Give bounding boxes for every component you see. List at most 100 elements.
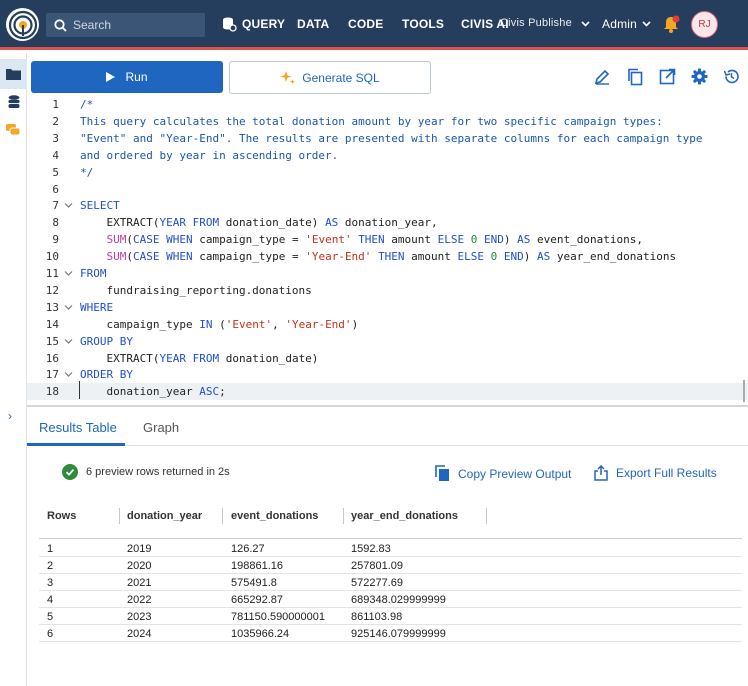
generate-sql-button[interactable]: Generate SQL (229, 61, 431, 94)
tab-graph[interactable]: Graph (143, 420, 179, 435)
code-token: ( (126, 233, 133, 247)
tab-results-table[interactable]: Results Table (39, 420, 117, 435)
search-input[interactable] (73, 18, 193, 32)
code-text: SUM(CASE WHEN campaign_type = 'Year-End'… (80, 248, 677, 265)
code-token: SELECT (80, 199, 120, 213)
code-token: ) (351, 317, 359, 331)
code-line[interactable]: 7 SELECT (27, 197, 748, 214)
code-line[interactable]: 15 GROUP BY (27, 333, 748, 350)
column-header-rows[interactable]: Rows (47, 510, 76, 522)
code-token: SUM (106, 250, 127, 264)
code-line[interactable]: 9 SUM(CASE WHEN campaign_type = 'Event' … (27, 231, 748, 248)
open-external-icon[interactable] (659, 68, 676, 85)
code-token: AS (537, 250, 551, 264)
admin-chevron-down-icon[interactable] (642, 19, 651, 28)
code-line[interactable]: 16 EXTRACT(YEAR FROM donation_date) (27, 350, 748, 367)
code-text: "Event" and "Year-End". The results are … (80, 130, 703, 147)
code-text: fundraising_reporting.donations (80, 282, 311, 299)
user-avatar[interactable]: RJ (691, 11, 718, 38)
folder-icon (6, 69, 21, 80)
code-line[interactable]: 1 /* (27, 96, 748, 113)
code-token: ( (212, 317, 226, 331)
code-token: campaign_type = (192, 250, 306, 264)
code-text: SUM(CASE WHEN campaign_type = 'Event' TH… (80, 231, 644, 248)
settings-gear-icon[interactable] (691, 68, 708, 85)
table-row[interactable]: 3 2021 575491.8 572277.69 (39, 574, 742, 591)
table-cell: 6 (47, 628, 54, 640)
code-token: ASC (199, 385, 220, 399)
code-token: */ (80, 165, 94, 179)
code-token: YEAR FROM (159, 351, 220, 365)
code-line[interactable]: 4 and ordered by year in ascending order. (27, 147, 748, 164)
code-line[interactable]: 3 "Event" and "Year-End". The results are… (27, 130, 748, 147)
code-text: EXTRACT(YEAR FROM donation_date) AS dona… (80, 214, 437, 231)
code-line[interactable]: 12 fundraising_reporting.donations (27, 282, 748, 299)
table-cell: 925146.079999999 (351, 628, 446, 640)
code-token: END (503, 250, 524, 264)
edit-pencil-icon[interactable] (594, 68, 611, 85)
copy-preview-output-button[interactable]: Copy Preview Output (435, 465, 571, 482)
column-header-year-end-donations[interactable]: year_end_donations (351, 510, 458, 522)
workspace-chevron-down-icon[interactable] (581, 19, 590, 28)
code-line[interactable]: 17 ORDER BY (27, 366, 748, 383)
line-number: 17 (45, 368, 59, 382)
search-box[interactable] (46, 13, 205, 37)
code-line[interactable]: 2 This query calculates the total donatio… (27, 113, 748, 130)
expand-chevron-right-icon[interactable]: › (8, 409, 12, 423)
editor-cursor (79, 381, 80, 399)
code-line[interactable]: 8 EXTRACT(YEAR FROM donation_date) AS do… (27, 214, 748, 231)
nav-query[interactable]: QUERY (242, 17, 285, 31)
top-navigation-bar: QUERY DATA CODE TOOLS CIVIS AI Civis Pub… (0, 0, 748, 50)
pane-resize-divider[interactable] (27, 405, 748, 407)
table-cell: 575491.8 (231, 577, 277, 589)
table-row[interactable]: 1 2019 126.27 1592.83 (39, 540, 742, 557)
column-header-event-donations[interactable]: event_donations (231, 510, 318, 522)
table-cell: 665292.87 (231, 594, 283, 606)
code-token: ( (126, 250, 133, 264)
line-number: 16 (45, 351, 59, 365)
workspace-switcher[interactable]: Civis Publishe (500, 17, 572, 29)
code-line[interactable]: 10 SUM(CASE WHEN campaign_type = 'Year-E… (27, 248, 748, 265)
history-icon[interactable] (723, 68, 740, 85)
code-line[interactable]: 18 donation_year ASC; (27, 383, 748, 401)
rail-files[interactable] (0, 59, 27, 89)
copy-icon[interactable] (627, 68, 644, 86)
table-row[interactable]: 4 2022 665292.87 689348.029999999 (39, 591, 742, 608)
rail-comments[interactable] (0, 115, 27, 145)
admin-menu[interactable]: Admin (602, 17, 637, 31)
nav-code[interactable]: CODE (348, 17, 383, 31)
column-separator[interactable] (222, 508, 223, 524)
code-line[interactable]: 5 */ (27, 164, 748, 181)
column-separator[interactable] (343, 508, 344, 524)
code-line[interactable]: 6 (27, 181, 748, 198)
editor-scrollbar[interactable] (743, 380, 745, 402)
notification-bell-icon[interactable] (662, 15, 680, 35)
code-token: 'Event' (305, 233, 352, 247)
column-separator[interactable] (119, 508, 120, 524)
run-button[interactable]: Run (31, 61, 223, 93)
rail-database[interactable] (0, 87, 27, 117)
code-line[interactable]: 13 WHERE (27, 299, 748, 316)
code-token: campaign_type = (192, 233, 306, 247)
code-token: YEAR FROM (159, 216, 220, 230)
nav-data[interactable]: DATA (297, 17, 329, 31)
line-number: 12 (45, 283, 59, 297)
nav-tools[interactable]: TOOLS (402, 17, 444, 31)
column-header-donation-year[interactable]: donation_year (127, 510, 202, 522)
code-token: This query calculates the total donation… (80, 114, 663, 128)
column-separator[interactable] (486, 508, 487, 524)
line-number: 18 (45, 385, 59, 399)
code-text: This query calculates the total donation… (80, 113, 663, 130)
table-row[interactable]: 2 2020 198861.16 257801.09 (39, 557, 742, 574)
code-line[interactable]: 14 campaign_type IN ('Event', 'Year-End'… (27, 316, 748, 333)
export-full-label: Export Full Results (616, 466, 717, 480)
export-full-results-button[interactable]: Export Full Results (594, 465, 717, 481)
civis-logo-icon[interactable] (6, 8, 39, 41)
table-cell: 5 (47, 611, 54, 623)
search-icon (54, 18, 67, 32)
table-row[interactable]: 5 2023 781150.590000001 861103.98 (39, 608, 742, 625)
table-row[interactable]: 6 2024 1035966.24 925146.079999999 (39, 625, 742, 642)
sql-editor[interactable]: 1 /* 2 This query calculates the total dona… (27, 96, 748, 402)
code-line[interactable]: 11 FROM (27, 265, 748, 282)
